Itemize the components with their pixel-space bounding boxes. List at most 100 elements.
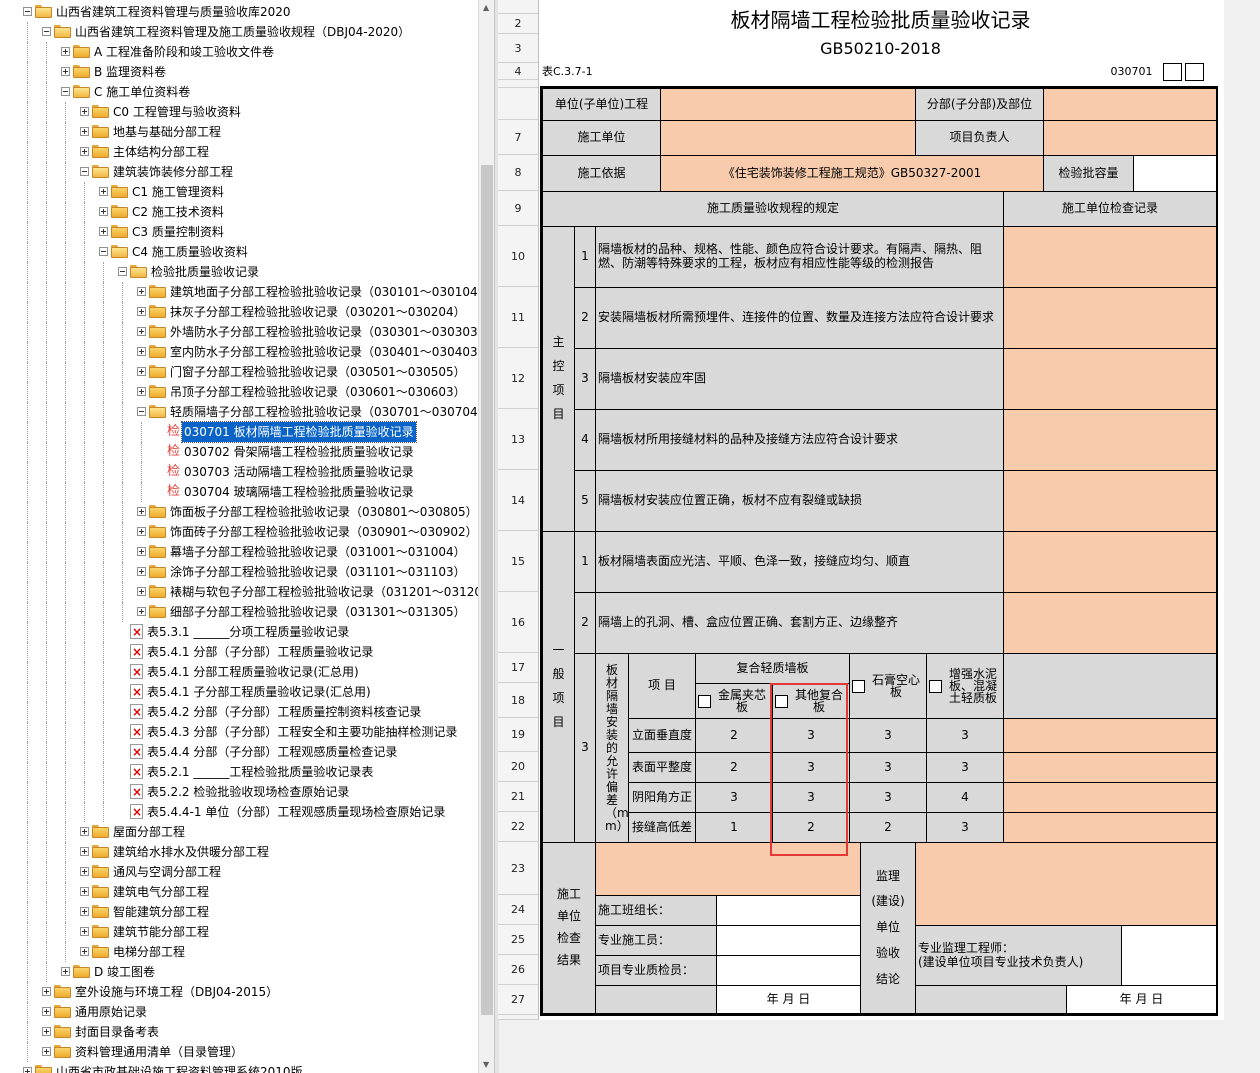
tree-item[interactable]: 主体结构分部工程 bbox=[0, 142, 478, 162]
tree-item-label[interactable]: 通用原始记录 bbox=[73, 1002, 149, 1022]
tree-item-label[interactable]: A 工程准备阶段和竣工验收文件卷 bbox=[92, 42, 276, 62]
row-number[interactable]: 24 bbox=[498, 895, 538, 925]
main-item-record[interactable] bbox=[1003, 287, 1217, 349]
project-tree[interactable]: 山西省建筑工程资料管理与质量验收库2020 山西省建筑工程资料管理及施工质量验收规… bbox=[0, 0, 478, 1073]
tolerance-record[interactable] bbox=[1003, 812, 1217, 843]
tree-item[interactable]: 山西省建筑工程资料管理及施工质量验收规程（DBJ04-2020） bbox=[0, 22, 478, 42]
tree-item[interactable]: 表5.4.1 子分部工程质量验收记录(汇总用) bbox=[0, 682, 478, 702]
contractor-value[interactable] bbox=[660, 120, 916, 156]
expand-icon[interactable] bbox=[61, 67, 70, 76]
tree-item[interactable]: D 竣工图卷 bbox=[0, 962, 478, 982]
row-number[interactable]: 18 bbox=[498, 683, 538, 718]
tree-item-label[interactable]: 表5.4.1 子分部工程质量验收记录(汇总用) bbox=[145, 682, 373, 702]
collapse-icon[interactable] bbox=[42, 27, 51, 36]
tree-item-label[interactable]: 建筑地面子分部工程检验批验收记录（030101～030104） bbox=[168, 282, 478, 302]
tree-item[interactable]: 轻质隔墙子分部工程检验批验收记录（030701～030704） bbox=[0, 402, 478, 422]
tree-item[interactable]: 智能建筑分部工程 bbox=[0, 902, 478, 922]
tree-item-label[interactable]: 建筑给水排水及供暖分部工程 bbox=[111, 842, 271, 862]
capacity-value[interactable] bbox=[1133, 155, 1217, 192]
metal-panel-checkbox[interactable] bbox=[698, 694, 711, 708]
row-number[interactable]: 15 bbox=[498, 531, 538, 592]
tree-item-label[interactable]: C 施工单位资料卷 bbox=[92, 82, 192, 102]
expand-icon[interactable] bbox=[80, 147, 89, 156]
tree-item-label[interactable]: 表5.4.2 分部（子分部）工程质量控制资料核查记录 bbox=[145, 702, 423, 722]
tree-item-label[interactable]: 检验批质量验收记录 bbox=[149, 262, 261, 282]
tree-scrollbar[interactable]: ▲ ▼ bbox=[478, 0, 495, 1073]
tree-item[interactable]: 涂饰子分部工程检验批验收记录（031101～031103） bbox=[0, 562, 478, 582]
collapse-icon[interactable] bbox=[99, 247, 108, 256]
tree-item[interactable]: 建筑节能分部工程 bbox=[0, 922, 478, 942]
row-number[interactable]: 12 bbox=[498, 348, 538, 409]
tree-item-label[interactable]: 门窗子分部工程检验批验收记录（030501～030505） bbox=[168, 362, 468, 382]
tree-item-label[interactable]: 幕墙子分部工程检验批验收记录（031001～031004） bbox=[168, 542, 468, 562]
code-box-1[interactable] bbox=[1163, 63, 1182, 81]
col-gypsum-header[interactable]: 石膏空心板 bbox=[849, 653, 927, 719]
tree-item-label[interactable]: 裱糊与软包子分部工程检验批验收记录（031201～031202） bbox=[168, 582, 478, 602]
tree-item[interactable]: 表5.2.2 检验批验收现场检查原始记录 bbox=[0, 782, 478, 802]
tree-item-label[interactable]: 吊顶子分部工程检验批验收记录（030601～030603） bbox=[168, 382, 468, 402]
row-number[interactable]: 9 bbox=[498, 191, 538, 226]
row-number[interactable]: 13 bbox=[498, 409, 538, 470]
tree-item[interactable]: C2 施工技术资料 bbox=[0, 202, 478, 222]
expand-icon[interactable] bbox=[80, 927, 89, 936]
tree-item-label[interactable]: C1 施工管理资料 bbox=[130, 182, 226, 202]
tree-item-label[interactable]: 饰面砖子分部工程检验批验收记录（030901～030902） bbox=[168, 522, 478, 542]
expand-icon[interactable] bbox=[137, 387, 146, 396]
expand-icon[interactable] bbox=[80, 947, 89, 956]
tree-item-label[interactable]: 030704 玻璃隔墙工程检验批质量验收记录 bbox=[182, 482, 416, 502]
scroll-up-arrow-icon[interactable]: ▲ bbox=[483, 3, 489, 12]
tree-item[interactable]: 检 030701 板材隔墙工程检验批质量验收记录 bbox=[0, 421, 478, 443]
row-number[interactable] bbox=[498, 1015, 538, 1020]
tree-item-label[interactable]: 建筑节能分部工程 bbox=[111, 922, 211, 942]
main-item-record[interactable] bbox=[1003, 470, 1217, 532]
expand-icon[interactable] bbox=[137, 527, 146, 536]
tree-item[interactable]: 山西省建筑工程资料管理与质量验收库2020 bbox=[0, 2, 478, 22]
tree-item-label[interactable]: 表5.4.1 分部（子分部）工程质量验收记录 bbox=[145, 642, 375, 662]
tolerance-record[interactable] bbox=[1003, 718, 1217, 753]
row-number[interactable] bbox=[498, 88, 538, 120]
qc-value[interactable] bbox=[716, 955, 861, 986]
tree-item[interactable]: B 监理资料卷 bbox=[0, 62, 478, 82]
tree-item-label[interactable]: 主体结构分部工程 bbox=[111, 142, 211, 162]
manager-value[interactable] bbox=[1043, 120, 1217, 156]
tree-item[interactable]: 检 030703 活动隔墙工程检验批质量验收记录 bbox=[0, 462, 478, 482]
tree-item[interactable]: 封面目录备考表 bbox=[0, 1022, 478, 1042]
tree-item-label[interactable]: 030703 活动隔墙工程检验批质量验收记录 bbox=[182, 462, 416, 482]
tree-item-label[interactable]: 外墙防水子分部工程检验批验收记录（030301～030303） bbox=[168, 322, 478, 342]
row-number[interactable]: 7 bbox=[498, 120, 538, 155]
tree-item-label[interactable]: 表5.3.1 ______分项工程质量验收记录 bbox=[145, 622, 351, 642]
row-number[interactable]: 25 bbox=[498, 925, 538, 955]
contractor-date[interactable]: 年 月 日 bbox=[716, 985, 861, 1014]
row-number[interactable]: 26 bbox=[498, 955, 538, 985]
expand-icon[interactable] bbox=[80, 907, 89, 916]
tree-item[interactable]: 室外设施与环境工程（DBJ04-2015） bbox=[0, 982, 478, 1002]
tree-item[interactable]: 通用原始记录 bbox=[0, 1002, 478, 1022]
tree-item-label[interactable]: 表5.2.2 检验批验收现场检查原始记录 bbox=[145, 782, 351, 802]
tree-item-label[interactable]: C4 施工质量验收资料 bbox=[130, 242, 250, 262]
tree-item[interactable]: A 工程准备阶段和竣工验收文件卷 bbox=[0, 42, 478, 62]
expand-icon[interactable] bbox=[137, 327, 146, 336]
col-metal-header[interactable]: 金属夹芯板 bbox=[695, 683, 773, 719]
main-item-record[interactable] bbox=[1003, 348, 1217, 410]
expand-icon[interactable] bbox=[80, 827, 89, 836]
tree-item-label[interactable]: 山西省建筑工程资料管理及施工质量验收规程（DBJ04-2020） bbox=[73, 22, 412, 42]
tolerance-record[interactable] bbox=[1003, 752, 1217, 783]
expand-icon[interactable] bbox=[99, 207, 108, 216]
tree-item-label[interactable]: 表5.4.1 分部工程质量验收记录(汇总用) bbox=[145, 662, 361, 682]
main-item-record[interactable] bbox=[1003, 409, 1217, 471]
tree-item-label[interactable]: 表5.4.4-1 单位（分部）工程观感质量现场检查原始记录 bbox=[145, 802, 447, 822]
expand-icon[interactable] bbox=[61, 47, 70, 56]
tree-item-label[interactable]: C3 质量控制资料 bbox=[130, 222, 226, 242]
code-box-2[interactable] bbox=[1185, 63, 1204, 81]
expand-icon[interactable] bbox=[80, 867, 89, 876]
general-item-record[interactable] bbox=[1003, 531, 1217, 593]
tree-item[interactable]: 饰面板子分部工程检验批验收记录（030801～030805） bbox=[0, 502, 478, 522]
tree-item-label[interactable]: 轻质隔墙子分部工程检验批验收记录（030701～030704） bbox=[168, 402, 478, 422]
main-item-record[interactable] bbox=[1003, 226, 1217, 288]
tree-item[interactable]: 通风与空调分部工程 bbox=[0, 862, 478, 882]
tree-item[interactable]: 建筑电气分部工程 bbox=[0, 882, 478, 902]
expand-icon[interactable] bbox=[137, 547, 146, 556]
collapse-icon[interactable] bbox=[61, 87, 70, 96]
tree-item[interactable]: 表5.2.1 ______工程检验批质量验收记录表 bbox=[0, 762, 478, 782]
tree-item[interactable]: 山西省市政基础设施工程资料管理系统2010版 bbox=[0, 1062, 478, 1073]
